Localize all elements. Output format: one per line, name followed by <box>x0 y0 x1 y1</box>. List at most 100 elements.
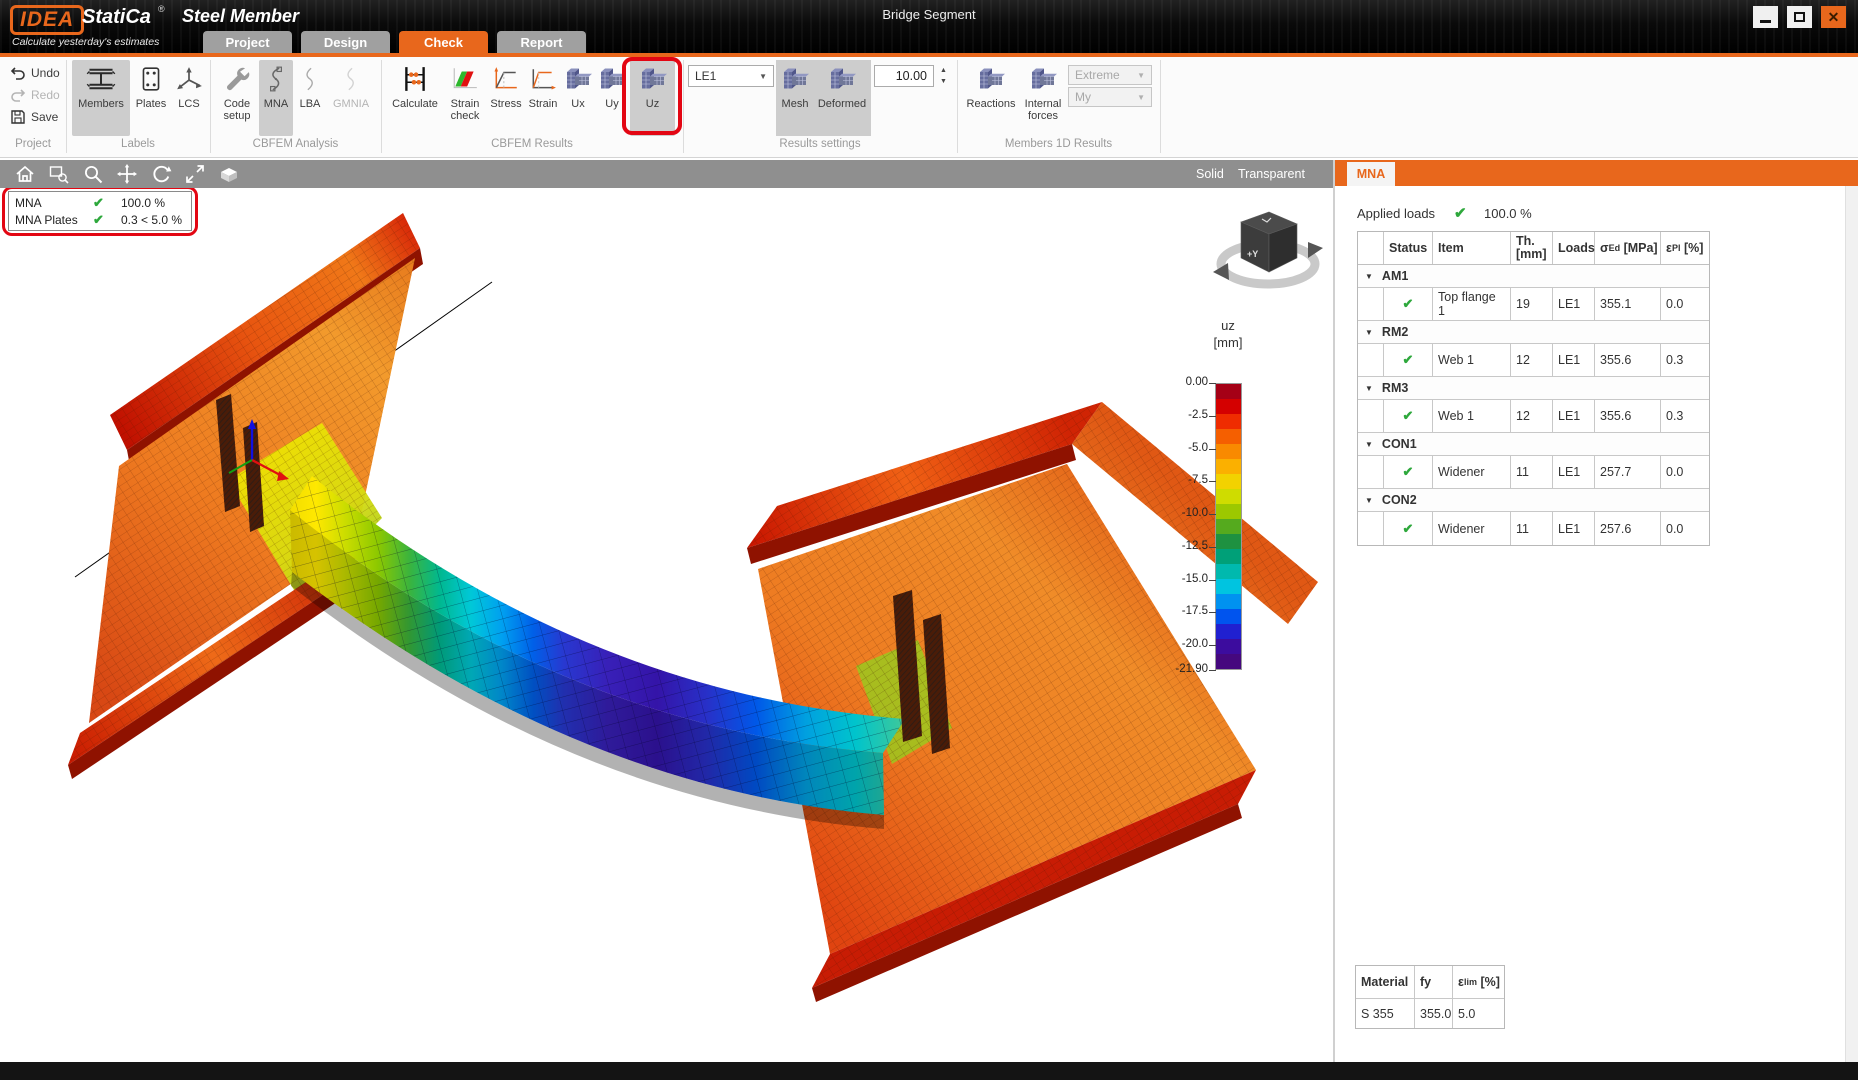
maximize-button[interactable] <box>1787 6 1812 28</box>
applied-loads-value: 100.0 % <box>1484 206 1532 221</box>
code-setup-button[interactable]: Code setup <box>216 60 258 136</box>
collapse-chevron-icon[interactable]: ▼ <box>1365 496 1373 505</box>
status-value: 0.3 < 5.0 % <box>121 213 182 227</box>
view-cube[interactable]: +Y <box>1213 212 1323 284</box>
legend-color-band <box>1216 534 1241 549</box>
zoom-window-icon <box>48 163 70 185</box>
undo-button[interactable]: Undo <box>10 63 60 83</box>
chevron-down-icon: ▼ <box>1137 71 1145 80</box>
legend-tick-mark <box>1209 547 1216 548</box>
tab-design[interactable]: Design <box>301 31 390 53</box>
legend-tick-label: 0.00 <box>1160 376 1208 388</box>
viewport-toolbar: Solid Transparent <box>0 160 1333 188</box>
panel-scrollbar[interactable] <box>1845 186 1858 1062</box>
tab-project[interactable]: Project <box>203 31 292 53</box>
model-3d-scene[interactable]: +Y <box>0 188 1333 1062</box>
internal-forces-button[interactable]: Internal forces <box>1020 60 1066 136</box>
deformed-scale-input[interactable]: 10.00 <box>874 65 934 87</box>
legend-title: uz <box>1198 318 1258 333</box>
legend-tick-label: -10.0 <box>1160 507 1208 519</box>
tab-check[interactable]: Check <box>399 31 488 53</box>
zoom-button[interactable] <box>76 162 110 186</box>
legend-bar <box>1215 383 1242 670</box>
legend-tick-mark <box>1209 416 1216 417</box>
transparent-mode-button[interactable]: Transparent <box>1238 160 1305 188</box>
group-row-con1[interactable]: ▼ CON1 <box>1358 433 1709 456</box>
magnifier-icon <box>82 163 104 185</box>
result-row[interactable]: ✔ Web 1 12 LE1 355.6 0.3 <box>1358 400 1709 433</box>
rotate-button[interactable] <box>144 162 178 186</box>
collapse-chevron-icon[interactable]: ▼ <box>1365 328 1373 337</box>
extreme-select[interactable]: Extreme ▼ <box>1068 65 1152 85</box>
legend-tick-label: -12.5 <box>1160 540 1208 552</box>
model-viewport[interactable]: +Y MNA ✔ 100.0 % MNA Plates ✔ 0.3 < 5.0 … <box>0 188 1333 1062</box>
lba-button[interactable]: LBA <box>295 60 325 136</box>
group-label-cbfem-analysis: CBFEM Analysis <box>210 138 381 150</box>
check-icon: ✔ <box>1403 521 1414 537</box>
lcs-icon <box>175 62 203 96</box>
minimize-button[interactable] <box>1753 6 1778 28</box>
chevron-down-icon: ▼ <box>1137 93 1145 102</box>
collapse-chevron-icon[interactable]: ▼ <box>1365 440 1373 449</box>
redo-button[interactable]: Redo <box>10 85 60 105</box>
ux-icon <box>563 62 593 96</box>
members-button[interactable]: Members <box>72 60 130 136</box>
legend-color-band <box>1216 504 1241 519</box>
collapse-chevron-icon[interactable]: ▼ <box>1365 384 1373 393</box>
clipping-box-button[interactable] <box>212 162 246 186</box>
group-row-am1[interactable]: ▼ AM1 <box>1358 265 1709 288</box>
gmnia-button[interactable]: GMNIA <box>326 60 376 136</box>
legend-unit: [mm] <box>1198 335 1258 350</box>
deformed-button[interactable]: Deformed <box>814 60 870 136</box>
result-row[interactable]: ✔ Web 1 12 LE1 355.6 0.3 <box>1358 344 1709 377</box>
collapse-chevron-icon[interactable]: ▼ <box>1365 272 1373 281</box>
zoom-fit-button[interactable] <box>178 162 212 186</box>
legend-color-band <box>1216 639 1241 654</box>
legend-color-band <box>1216 399 1241 414</box>
group-label-cbfem-results: CBFEM Results <box>381 138 683 150</box>
strain-button[interactable]: Strain <box>524 60 562 136</box>
pan-button[interactable] <box>110 162 144 186</box>
legend-tick-label: -20.0 <box>1160 638 1208 650</box>
left-girder[interactable] <box>68 213 423 779</box>
tab-report[interactable]: Report <box>497 31 586 53</box>
panel-tab-mna[interactable]: MNA <box>1347 162 1395 186</box>
ux-button[interactable]: Ux <box>561 60 595 136</box>
reactions-button[interactable]: Reactions <box>963 60 1019 136</box>
check-icon: ✔ <box>1403 464 1414 480</box>
group-row-rm2[interactable]: ▼ RM2 <box>1358 321 1709 344</box>
close-button[interactable]: ✕ <box>1821 6 1846 28</box>
stress-button[interactable]: Stress <box>487 60 525 136</box>
zoom-window-button[interactable] <box>42 162 76 186</box>
legend-tick-label: -5.0 <box>1160 442 1208 454</box>
result-row[interactable]: ✔ Widener 11 LE1 257.6 0.0 <box>1358 512 1709 545</box>
view-cube-face-label: +Y <box>1247 249 1258 259</box>
header-eps: εPl [%] <box>1661 232 1709 264</box>
calculate-button[interactable]: Calculate <box>388 60 442 136</box>
mesh-button[interactable]: Mesh <box>777 60 813 136</box>
check-icon: ✔ <box>93 195 121 211</box>
load-effect-select[interactable]: LE1 ▼ <box>688 65 774 87</box>
group-label-labels: Labels <box>66 138 210 150</box>
plates-button[interactable]: Plates <box>132 60 170 136</box>
spinner-down-icon: ▼ <box>940 78 947 85</box>
uz-button[interactable]: Uz <box>630 60 675 136</box>
group-row-con2[interactable]: ▼ CON2 <box>1358 489 1709 512</box>
save-button[interactable]: Save <box>10 107 58 127</box>
result-row[interactable]: ✔ Widener 11 LE1 257.7 0.0 <box>1358 456 1709 489</box>
material-data-row[interactable]: S 355 355.0 5.0 <box>1356 999 1504 1028</box>
group-row-rm3[interactable]: ▼ RM3 <box>1358 377 1709 400</box>
legend-tick-mark <box>1209 449 1216 450</box>
legend-color-band <box>1216 609 1241 624</box>
deformed-scale-stepper[interactable]: ▲ ▼ <box>936 65 951 87</box>
home-view-button[interactable] <box>8 162 42 186</box>
solid-mode-button[interactable]: Solid <box>1196 160 1224 188</box>
result-row[interactable]: ✔ Top flange 1 19 LE1 355.1 0.0 <box>1358 288 1709 321</box>
idea-logo: IDEA <box>10 5 84 35</box>
lcs-button[interactable]: LCS <box>171 60 207 136</box>
strain-check-button[interactable]: Strain check <box>444 60 486 136</box>
legend-color-band <box>1216 414 1241 429</box>
my-select[interactable]: My ▼ <box>1068 87 1152 107</box>
uy-button[interactable]: Uy <box>596 60 628 136</box>
mna-button[interactable]: MNA <box>259 60 293 136</box>
